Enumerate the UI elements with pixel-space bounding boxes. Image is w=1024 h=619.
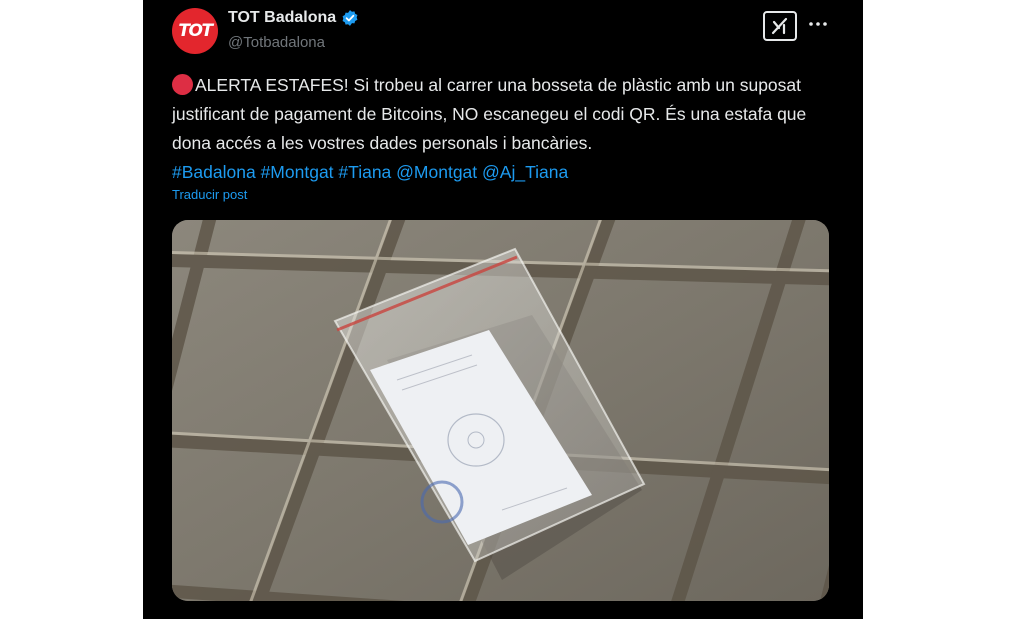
photo-plastic-bag-on-pavement <box>172 220 829 601</box>
author-display-name[interactable]: TOT Badalona <box>228 9 336 27</box>
hashtag-tiana[interactable]: #Tiana <box>338 162 391 182</box>
author-handle[interactable]: @Totbadalona <box>228 34 325 51</box>
red-circle-emoji-icon <box>172 74 193 95</box>
more-options-icon[interactable] <box>807 14 829 34</box>
avatar-logo-text: TOT <box>178 21 213 41</box>
mention-aj-tiana[interactable]: @Aj_Tiana <box>482 162 568 182</box>
grok-icon[interactable] <box>763 11 797 41</box>
hashtag-badalona[interactable]: #Badalona <box>172 162 256 182</box>
tweet-card: TOT TOT Badalona @Totbadalona ALERTA EST… <box>143 0 863 619</box>
avatar[interactable]: TOT <box>172 8 218 54</box>
tweet-photo[interactable] <box>172 220 829 601</box>
hashtag-montgat[interactable]: #Montgat <box>261 162 334 182</box>
tweet-header: TOT TOT Badalona @Totbadalona <box>172 8 833 60</box>
mention-montgat[interactable]: @Montgat <box>396 162 477 182</box>
tweet-text: ALERTA ESTAFES! Si trobeu al carrer una … <box>172 71 832 187</box>
author-name-row: TOT Badalona <box>228 9 359 27</box>
tweet-body: ALERTA ESTAFES! Si trobeu al carrer una … <box>172 75 807 153</box>
verified-badge-icon <box>341 9 359 27</box>
translate-post-link[interactable]: Traducir post <box>172 187 247 202</box>
